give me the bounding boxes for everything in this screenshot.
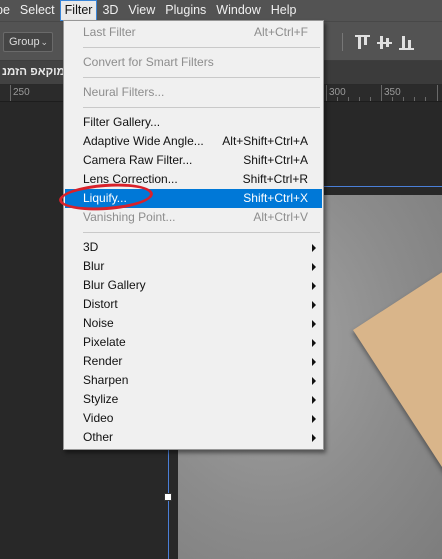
menu-item-last-filter[interactable]: Last Filter Alt+Ctrl+F	[65, 23, 322, 42]
menu-item-neural-filters[interactable]: Neural Filters...	[65, 83, 322, 102]
menu-item-label: Vanishing Point...	[83, 210, 176, 224]
ruler-tick	[392, 97, 393, 101]
submenu-arrow-icon	[312, 358, 316, 366]
menu-item-label: Convert for Smart Filters	[83, 55, 214, 69]
menu-3d[interactable]: 3D	[97, 0, 123, 21]
menu-item-shortcut: Alt+Ctrl+F	[253, 25, 308, 39]
menu-item-camera-raw-filter[interactable]: Camera Raw Filter... Shift+Ctrl+A	[65, 151, 322, 170]
submenu-arrow-icon	[312, 244, 316, 252]
menu-item-shortcut: Shift+Ctrl+R	[242, 172, 308, 186]
auto-select-dropdown[interactable]: Group ⌄	[3, 32, 53, 52]
submenu-arrow-icon	[312, 263, 316, 271]
submenu-blur-gallery[interactable]: Blur Gallery	[65, 276, 322, 295]
submenu-stylize[interactable]: Stylize	[65, 390, 322, 409]
submenu-render[interactable]: Render	[65, 352, 322, 371]
menu-item-label: Neural Filters...	[83, 85, 165, 99]
auto-select-value: Group	[9, 36, 40, 48]
menu-item-convert-smart-filters[interactable]: Convert for Smart Filters	[65, 53, 322, 72]
submenu-arrow-icon	[312, 415, 316, 423]
submenu-sharpen[interactable]: Sharpen	[65, 371, 322, 390]
submenu-distort[interactable]: Distort	[65, 295, 322, 314]
align-buttons	[342, 32, 415, 52]
menu-item-label: Stylize	[83, 392, 119, 406]
ruler-tick	[10, 85, 11, 101]
menu-item-label: Noise	[83, 316, 114, 330]
submenu-arrow-icon	[312, 396, 316, 404]
menu-item-label: Video	[83, 411, 114, 425]
submenu-video[interactable]: Video	[65, 409, 322, 428]
menu-filter[interactable]: Filter	[59, 0, 98, 21]
menu-item-label: Blur Gallery	[83, 278, 146, 292]
submenu-arrow-icon	[312, 377, 316, 385]
menu-bar: pe Select Filter 3D View Plugins Window …	[0, 0, 442, 21]
submenu-other[interactable]: Other	[65, 428, 322, 447]
ruler-label: 250	[13, 87, 30, 98]
ruler-tick	[403, 97, 404, 101]
menu-separator	[83, 107, 320, 108]
chevron-down-icon: ⌄	[40, 37, 48, 47]
ruler-tick	[348, 97, 349, 101]
menu-item-label: Adaptive Wide Angle...	[83, 134, 204, 148]
menu-item-shortcut: Shift+Ctrl+X	[243, 191, 308, 205]
ruler-tick	[425, 97, 426, 101]
menu-separator	[83, 77, 320, 78]
submenu-noise[interactable]: Noise	[65, 314, 322, 333]
submenu-arrow-icon	[312, 282, 316, 290]
menu-item-label: 3D	[83, 240, 99, 254]
menu-select[interactable]: Select	[15, 0, 60, 21]
filter-menu: Last Filter Alt+Ctrl+F Convert for Smart…	[63, 20, 324, 450]
menu-item-shortcut: Shift+Ctrl+A	[243, 153, 308, 167]
submenu-arrow-icon	[312, 320, 316, 328]
menu-help[interactable]: Help	[266, 0, 302, 21]
menu-type[interactable]: pe	[0, 0, 15, 21]
menu-window[interactable]: Window	[211, 0, 265, 21]
document-tab[interactable]: מוקאפ הזמנ	[0, 61, 73, 84]
menu-item-label: Filter Gallery...	[83, 115, 161, 129]
submenu-blur[interactable]: Blur	[65, 257, 322, 276]
menu-item-shortcut: Alt+Shift+Ctrl+A	[222, 134, 308, 148]
menu-separator	[83, 47, 320, 48]
menu-item-label: Camera Raw Filter...	[83, 153, 193, 167]
submenu-pixelate[interactable]: Pixelate	[65, 333, 322, 352]
menu-item-label: Other	[83, 430, 114, 444]
menu-plugins[interactable]: Plugins	[160, 0, 211, 21]
submenu-arrow-icon	[312, 339, 316, 347]
menu-item-label: Last Filter	[83, 25, 136, 39]
ruler-tick	[370, 97, 371, 101]
submenu-3d[interactable]: 3D	[65, 238, 322, 257]
menu-item-label: Sharpen	[83, 373, 129, 387]
divider	[342, 33, 343, 51]
menu-item-adaptive-wide-angle[interactable]: Adaptive Wide Angle... Alt+Shift+Ctrl+A	[65, 132, 322, 151]
menu-item-label: Pixelate	[83, 335, 126, 349]
ruler-tick	[381, 85, 382, 101]
transform-handle[interactable]	[164, 493, 172, 501]
menu-item-label: Blur	[83, 259, 105, 273]
ruler-tick	[326, 85, 327, 101]
menu-item-shortcut: Alt+Ctrl+V	[253, 210, 308, 224]
align-top-edges-icon[interactable]	[354, 34, 371, 51]
submenu-arrow-icon	[312, 434, 316, 442]
menu-item-label: Render	[83, 354, 123, 368]
ruler-tick	[337, 97, 338, 101]
menu-item-filter-gallery[interactable]: Filter Gallery...	[65, 113, 322, 132]
paper-card	[353, 242, 442, 549]
menu-separator	[83, 232, 320, 233]
submenu-arrow-icon	[312, 301, 316, 309]
ruler-tick	[437, 85, 438, 101]
menu-item-vanishing-point[interactable]: Vanishing Point... Alt+Ctrl+V	[65, 208, 322, 227]
ruler-tick	[359, 97, 360, 101]
ruler-tick	[414, 97, 415, 101]
align-vertical-centers-icon[interactable]	[376, 34, 393, 51]
menu-item-label: Distort	[83, 297, 118, 311]
align-bottom-edges-icon[interactable]	[398, 34, 415, 51]
menu-view[interactable]: View	[123, 0, 160, 21]
